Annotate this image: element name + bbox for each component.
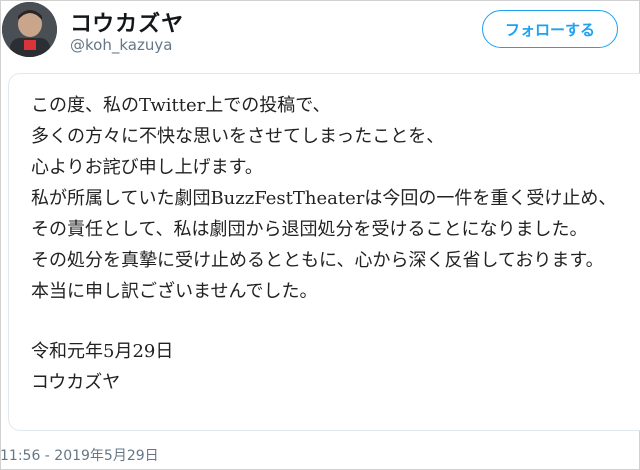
display-name[interactable]: コウカズヤ <box>70 6 184 38</box>
follow-button[interactable]: フォローする <box>482 10 618 48</box>
statement-line: 私が所属していた劇団BuzzFestTheaterは今回の一件を重く受け止め、 <box>31 188 617 209</box>
statement-line: その処分を真摯に受け止めるとともに、心から深く反省しております。 <box>31 250 604 271</box>
tweet-timestamp[interactable]: 11:56 - 2019年5月29日 <box>0 445 159 465</box>
statement-signature: コウカズヤ <box>31 372 121 393</box>
avatar[interactable] <box>2 2 57 57</box>
statement-line: この度、私のTwitter上での投稿で、 <box>31 95 331 116</box>
statement-line: その責任として、私は劇団から退団処分を受けることになりました。 <box>31 219 588 240</box>
avatar-photo <box>2 2 57 57</box>
statement-image[interactable]: この度、私のTwitter上での投稿で、 多くの方々に不快な思いをさせてしまった… <box>8 73 640 431</box>
user-handle[interactable]: @koh_kazuya <box>70 36 172 54</box>
statement-line: 心よりお詫び申し上げます。 <box>31 157 263 178</box>
statement-date: 令和元年5月29日 <box>31 341 174 362</box>
statement-spacer <box>31 307 616 336</box>
statement-text: この度、私のTwitter上での投稿で、 多くの方々に不快な思いをさせてしまった… <box>31 90 616 398</box>
statement-line: 本当に申し訳ございませんでした。 <box>31 281 318 302</box>
statement-line: 多くの方々に不快な思いをさせてしまったことを、 <box>31 126 445 147</box>
